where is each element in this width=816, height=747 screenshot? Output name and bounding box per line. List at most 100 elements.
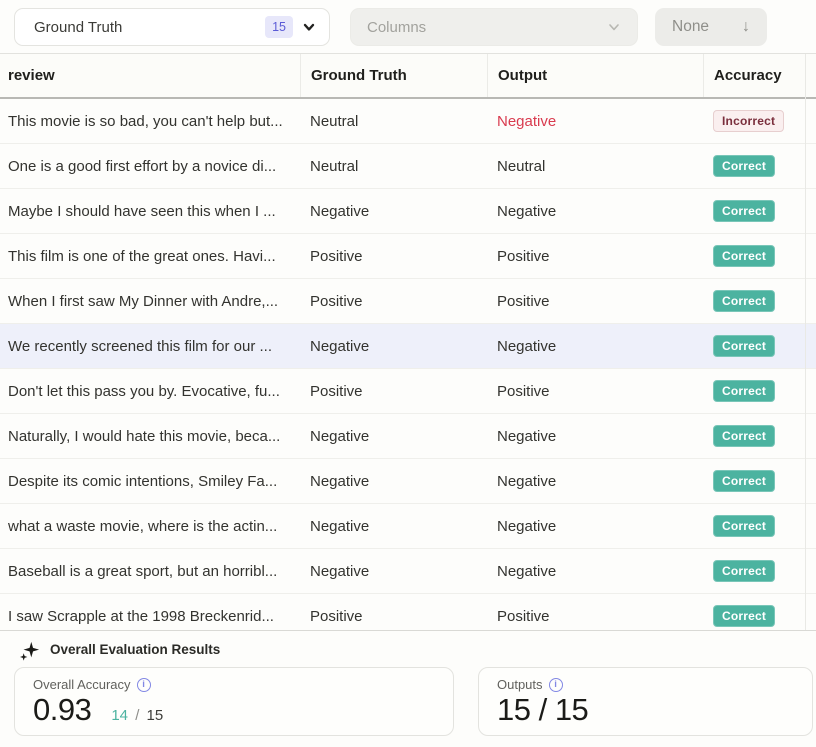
accuracy-cell: Correct xyxy=(703,560,816,582)
column-header-ground-truth[interactable]: Ground Truth xyxy=(300,54,487,97)
review-cell: I saw Scrapple at the 1998 Breckenrid... xyxy=(0,608,300,625)
ground-truth-cell: Positive xyxy=(300,248,487,265)
ground-truth-cell: Negative xyxy=(300,203,487,220)
output-cell: Positive xyxy=(487,248,703,265)
columns-select-placeholder: Columns xyxy=(367,19,426,36)
review-cell: Despite its comic intentions, Smiley Fa.… xyxy=(0,473,300,490)
outputs-value: 15 / 15 xyxy=(497,693,588,727)
accuracy-badge: Correct xyxy=(713,245,775,267)
results-panel-title: Overall Evaluation Results xyxy=(50,642,220,657)
table-header: review Ground Truth Output Accuracy xyxy=(0,54,816,99)
ground-truth-cell: Negative xyxy=(300,563,487,580)
output-cell: Negative xyxy=(487,518,703,535)
column-header-review[interactable]: review xyxy=(0,54,300,97)
accuracy-badge: Correct xyxy=(713,470,775,492)
review-cell: When I first saw My Dinner with Andre,..… xyxy=(0,293,300,310)
table-body: This movie is so bad, you can't help but… xyxy=(0,99,816,639)
columns-select[interactable]: Columns xyxy=(350,8,638,46)
ground-truth-select-label: Ground Truth xyxy=(34,19,122,36)
accuracy-cell: Correct xyxy=(703,425,816,447)
overall-accuracy-value: 0.93 xyxy=(33,693,91,727)
results-panel-header: Overall Evaluation Results xyxy=(0,631,816,659)
info-icon[interactable]: i xyxy=(549,678,563,692)
table-row[interactable]: Don't let this pass you by. Evocative, f… xyxy=(0,369,816,414)
column-header-output[interactable]: Output xyxy=(487,54,703,97)
review-cell: Naturally, I would hate this movie, beca… xyxy=(0,428,300,445)
outputs-card: Outputs i 15 / 15 xyxy=(478,667,813,736)
accuracy-badge: Correct xyxy=(713,335,775,357)
table-right-divider xyxy=(805,54,806,630)
ground-truth-cell: Negative xyxy=(300,338,487,355)
table-row[interactable]: Despite its comic intentions, Smiley Fa.… xyxy=(0,459,816,504)
review-cell: what a waste movie, where is the actin..… xyxy=(0,518,300,535)
chevron-down-icon xyxy=(607,20,621,34)
accuracy-cell: Correct xyxy=(703,470,816,492)
table-row[interactable]: Baseball is a great sport, but an horrib… xyxy=(0,549,816,594)
accuracy-badge: Correct xyxy=(713,515,775,537)
sort-none-label: None xyxy=(672,18,709,36)
output-cell: Positive xyxy=(487,383,703,400)
info-icon[interactable]: i xyxy=(137,678,151,692)
outputs-label: Outputs xyxy=(497,677,543,692)
sparkles-icon xyxy=(18,640,40,662)
accuracy-cell: Correct xyxy=(703,335,816,357)
overall-results-panel: Overall Evaluation Results Overall Accur… xyxy=(0,630,816,747)
accuracy-badge: Incorrect xyxy=(713,110,784,132)
column-header-accuracy[interactable]: Accuracy xyxy=(703,54,816,97)
table-row[interactable]: Naturally, I would hate this movie, beca… xyxy=(0,414,816,459)
ground-truth-cell: Positive xyxy=(300,383,487,400)
table-row[interactable]: what a waste movie, where is the actin..… xyxy=(0,504,816,549)
output-cell: Negative xyxy=(487,338,703,355)
accuracy-fraction: 14 / 15 xyxy=(111,707,163,724)
output-cell: Negative xyxy=(487,473,703,490)
arrow-down-icon: ↓ xyxy=(742,18,750,36)
accuracy-cell: Correct xyxy=(703,155,816,177)
table-row[interactable]: This film is one of the great ones. Havi… xyxy=(0,234,816,279)
output-cell: Negative xyxy=(487,563,703,580)
ground-truth-select[interactable]: Ground Truth 15 xyxy=(14,8,330,46)
accuracy-cell: Correct xyxy=(703,290,816,312)
ground-truth-cell: Negative xyxy=(300,473,487,490)
table-row[interactable]: One is a good first effort by a novice d… xyxy=(0,144,816,189)
output-cell: Negative xyxy=(487,428,703,445)
accuracy-fraction-separator: / xyxy=(135,707,139,724)
table-row[interactable]: This movie is so bad, you can't help but… xyxy=(0,99,816,144)
toolbar: Ground Truth 15 Columns None ↓ xyxy=(0,0,816,54)
row-count-badge: 15 xyxy=(265,16,293,39)
ground-truth-cell: Neutral xyxy=(300,158,487,175)
output-cell: Negative xyxy=(487,113,703,130)
chevron-down-icon xyxy=(302,20,316,34)
overall-accuracy-card: Overall Accuracy i 0.93 14 / 15 xyxy=(14,667,454,736)
review-cell: Baseball is a great sport, but an horrib… xyxy=(0,563,300,580)
table-row[interactable]: We recently screened this film for our .… xyxy=(0,324,816,369)
review-cell: This movie is so bad, you can't help but… xyxy=(0,113,300,130)
ground-truth-cell: Negative xyxy=(300,428,487,445)
review-cell: Maybe I should have seen this when I ... xyxy=(0,203,300,220)
review-cell: We recently screened this film for our .… xyxy=(0,338,300,355)
accuracy-badge: Correct xyxy=(713,155,775,177)
accuracy-fraction-numerator: 14 xyxy=(111,707,128,724)
ground-truth-cell: Positive xyxy=(300,293,487,310)
accuracy-cell: Correct xyxy=(703,200,816,222)
review-cell: This film is one of the great ones. Havi… xyxy=(0,248,300,265)
accuracy-badge: Correct xyxy=(713,425,775,447)
accuracy-cell: Correct xyxy=(703,605,816,627)
accuracy-badge: Correct xyxy=(713,380,775,402)
accuracy-fraction-denominator: 15 xyxy=(147,707,164,724)
output-cell: Positive xyxy=(487,608,703,625)
accuracy-badge: Correct xyxy=(713,200,775,222)
review-cell: One is a good first effort by a novice d… xyxy=(0,158,300,175)
output-cell: Positive xyxy=(487,293,703,310)
accuracy-badge: Correct xyxy=(713,605,775,627)
evaluation-app: Ground Truth 15 Columns None ↓ review Gr… xyxy=(0,0,816,747)
table-row[interactable]: Maybe I should have seen this when I ...… xyxy=(0,189,816,234)
ground-truth-cell: Negative xyxy=(300,518,487,535)
overall-accuracy-label: Overall Accuracy xyxy=(33,677,131,692)
accuracy-badge: Correct xyxy=(713,290,775,312)
ground-truth-cell: Neutral xyxy=(300,113,487,130)
sort-none-button[interactable]: None ↓ xyxy=(655,8,767,46)
table-row[interactable]: When I first saw My Dinner with Andre,..… xyxy=(0,279,816,324)
accuracy-cell: Correct xyxy=(703,380,816,402)
output-cell: Neutral xyxy=(487,158,703,175)
accuracy-cell: Correct xyxy=(703,515,816,537)
